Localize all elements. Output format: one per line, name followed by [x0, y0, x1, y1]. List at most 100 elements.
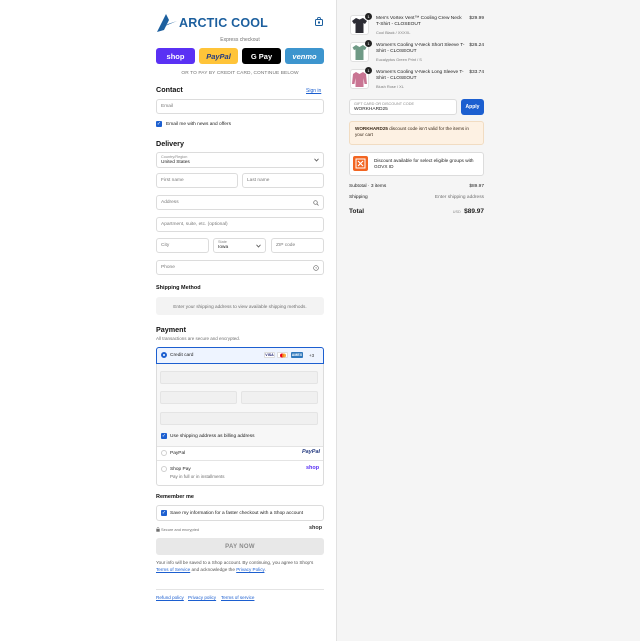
- credit-card-radio[interactable]: [161, 352, 167, 358]
- refund-policy-link[interactable]: Refund policy: [156, 595, 184, 600]
- quantity-badge: 1: [365, 67, 372, 74]
- svg-text:?: ?: [315, 266, 317, 270]
- product-price: $33.74: [469, 70, 484, 75]
- billing-address-checkbox[interactable]: ✓: [161, 433, 167, 439]
- shop-pay-option-subtext: Pay in full or in installments: [170, 474, 225, 479]
- total-currency: USD: [452, 210, 461, 214]
- quantity-badge: 1: [365, 40, 372, 47]
- shop-pay-option-label: Shop Pay: [170, 467, 191, 472]
- first-name-field[interactable]: First name: [156, 173, 238, 188]
- brand-logo[interactable]: ARCTIC COOL: [156, 12, 268, 34]
- legal-text: Your info will be saved to a Shop accoun…: [156, 560, 314, 572]
- paypal-radio[interactable]: [161, 450, 167, 456]
- shipping-label: Shipping: [349, 195, 368, 200]
- google-pay-logo: G Pay: [250, 51, 273, 61]
- city-field[interactable]: City: [156, 238, 209, 253]
- product-price: $29.99: [469, 16, 484, 21]
- express-divider-text: OR TO PAY BY CREDIT CARD, CONTINUE BELOW: [181, 71, 299, 76]
- govx-logo-icon: [353, 156, 368, 171]
- country-select[interactable]: Country/Region United States: [156, 152, 324, 168]
- payment-subtitle: All transactions are secure and encrypte…: [156, 336, 241, 341]
- govx-text: Discount available for select eligible g…: [374, 158, 474, 170]
- shop-pay-logo: shop: [166, 51, 185, 61]
- save-info-label: Save my information for a faster checkou…: [170, 511, 304, 516]
- payment-heading: Payment: [156, 325, 186, 334]
- email-field[interactable]: Email: [156, 99, 324, 114]
- total-label: Total: [349, 208, 365, 215]
- visa-icon: VISA: [264, 352, 275, 358]
- address-field[interactable]: Address: [156, 195, 324, 210]
- chevron-down-icon: [314, 158, 319, 162]
- shipping-row: Shipping Enter shipping address: [349, 195, 484, 200]
- arctic-cool-logo-icon: [157, 14, 177, 32]
- paypal-logo: PayPal: [206, 51, 231, 61]
- paypal-option-label: PayPal: [170, 451, 186, 456]
- search-icon: [313, 200, 319, 206]
- product-title: Women's Cooling V-Neck Short Sleeve T-Sh…: [376, 43, 465, 55]
- mastercard-circles-icon: [279, 353, 286, 357]
- product-variant: Eucalyptus Green Print / S: [376, 57, 422, 62]
- credit-card-label: Credit card: [170, 353, 194, 358]
- delivery-heading: Delivery: [156, 139, 184, 148]
- footer-divider: [156, 589, 324, 590]
- privacy-policy-link[interactable]: Privacy Policy: [236, 567, 264, 572]
- contact-heading: Contact: [156, 85, 183, 94]
- venmo-logo: venmo: [292, 51, 317, 61]
- last-name-field[interactable]: Last name: [242, 173, 324, 188]
- remember-me-heading: Remember me: [156, 494, 194, 500]
- product-variant: Blush Rose / XL: [376, 84, 404, 89]
- save-info-checkbox[interactable]: ✓: [161, 510, 167, 516]
- discount-code-field[interactable]: GIFT CARD OR DISCOUNT CODE WORKHARD25: [349, 99, 457, 115]
- total-value: $89.97: [464, 208, 484, 215]
- privacy-policy-footer-link[interactable]: Privacy policy: [188, 595, 216, 600]
- shop-pay-radio[interactable]: [161, 466, 167, 472]
- subtotal-value: $89.97: [469, 184, 484, 189]
- mastercard-icon: [277, 352, 288, 358]
- product-title: Women's Cooling V-Neck Long Sleeve T-Shi…: [376, 70, 464, 82]
- discount-error-message: WORKHARD25 discount code isn't valid for…: [349, 121, 484, 145]
- product-title: Men's Vortex Vent™ Cooling Crew Neck T-S…: [376, 16, 462, 28]
- news-checkbox-label: Email me with news and offers: [166, 122, 231, 127]
- shop-pay-button[interactable]: shop: [156, 48, 195, 64]
- shipping-value: Enter shipping address: [434, 195, 484, 200]
- shipping-method-heading: Shipping Method: [156, 285, 201, 291]
- express-checkout-title: Express checkout: [220, 37, 260, 43]
- card-number-field[interactable]: [160, 371, 318, 384]
- paypal-logo: PayPal: [302, 449, 321, 455]
- paypal-button[interactable]: PayPal: [199, 48, 238, 64]
- product-price: $26.24: [469, 43, 484, 48]
- phone-field[interactable]: Phone: [156, 260, 324, 275]
- name-on-card-field[interactable]: [160, 412, 318, 425]
- total-row: Total USD $89.97: [349, 208, 484, 215]
- google-pay-button[interactable]: G Pay: [242, 48, 281, 64]
- news-checkbox[interactable]: ✓: [156, 121, 162, 127]
- help-circle-icon[interactable]: ?: [313, 265, 319, 271]
- terms-of-service-footer-link[interactable]: Terms of service: [221, 595, 254, 600]
- quantity-badge: 1: [365, 13, 372, 20]
- security-code-field[interactable]: [241, 391, 318, 404]
- shipping-method-message: Enter your shipping address to view avai…: [156, 297, 324, 315]
- product-variant: Cool Black / XXXXL: [376, 30, 411, 35]
- lock-icon: [156, 527, 160, 532]
- more-cards-badge: +3: [309, 353, 315, 358]
- terms-of-service-link[interactable]: Terms of Service: [156, 567, 190, 572]
- billing-address-label: Use shipping address as billing address: [170, 434, 255, 439]
- shop-pay-logo: shop: [306, 465, 320, 471]
- sign-in-link[interactable]: Sign in: [306, 88, 321, 94]
- shop-logo: shop: [309, 525, 323, 531]
- subtotal-row: Subtotal · 3 items $89.97: [349, 184, 484, 189]
- pay-now-button[interactable]: PAY NOW: [156, 538, 324, 555]
- zip-code-field[interactable]: ZIP code: [271, 238, 324, 253]
- apartment-field[interactable]: Apartment, suite, etc. (optional): [156, 217, 324, 232]
- venmo-button[interactable]: venmo: [285, 48, 324, 64]
- apply-discount-button[interactable]: Apply: [461, 99, 484, 115]
- brand-name: ARCTIC COOL: [179, 16, 268, 30]
- shop-pay-option[interactable]: [157, 460, 323, 485]
- order-summary-panel: [336, 0, 640, 641]
- govx-mark-icon: [355, 158, 366, 169]
- expiration-date-field[interactable]: [160, 391, 237, 404]
- secure-text: Secure and encrypted: [161, 527, 200, 532]
- amex-icon: AMEX: [291, 352, 303, 358]
- subtotal-label: Subtotal · 3 items: [349, 184, 387, 189]
- shopping-bag-icon[interactable]: [315, 17, 323, 26]
